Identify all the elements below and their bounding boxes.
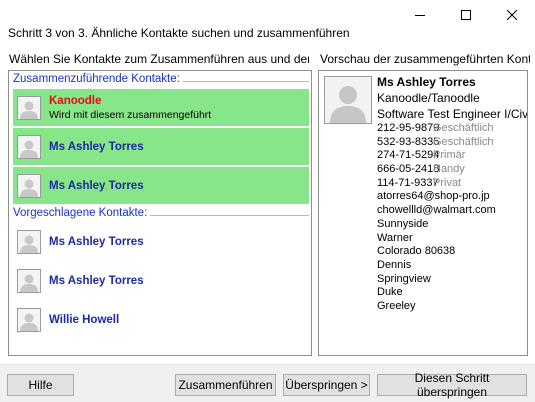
address-line: Colorado 80638 [377,245,456,258]
suggested-group-header: Vorgeschlagene Kontakte: [13,207,309,223]
close-icon[interactable] [489,0,535,30]
contact-name: Ms Ashley Torres [49,235,144,248]
preview-name: Ms Ashley Torres [377,75,476,89]
phone-type: Handy [433,163,465,176]
address-line: Sunnyside [377,217,429,230]
preview-job-title: Software Test Engineer I/Civil ... [377,107,528,121]
help-button[interactable]: Hilfe [7,374,74,396]
preview-details: 212-95-9879Geschäftlich 532-93-8335Gesch… [377,122,496,314]
contact-name: Ms Ashley Torres [49,274,144,287]
merged-contact-preview: Ms Ashley Torres Kanoodle/Tanoodle Softw… [318,70,528,356]
skip-button[interactable]: Überspringen > [283,374,370,396]
address-line: Dennis [377,258,412,271]
person-silhouette-icon [17,134,41,159]
address-line: Springview [377,272,431,285]
suggested-group-label: Vorgeschlagene Kontakte: [13,207,151,219]
merge-button[interactable]: Zusammenführen [175,374,276,396]
person-silhouette-icon [17,173,41,198]
contact-name: Ms Ashley Torres [49,179,144,192]
contact-name: Ms Ashley Torres [49,140,144,153]
phone-number: 274-71-5294 [377,149,440,162]
address-line: Warner [377,231,413,244]
merging-contact-item[interactable]: Ms Ashley Torres [13,128,309,165]
person-silhouette-icon [324,76,372,124]
minimize-icon[interactable] [397,0,443,30]
phone-number: 212-95-9879 [377,122,440,134]
address-line: Greeley [377,299,416,312]
merging-contact-item[interactable]: Kanoodle Wird mit diesem zusammengeführt [13,89,309,126]
phone-row: 114-71-9337Privat [377,177,496,191]
contacts-list-panel: Zusammenzuführende Kontakte: Kanoodle Wi… [8,70,312,356]
window-controls [397,0,535,30]
person-silhouette-icon [17,95,41,120]
preview-company: Kanoodle/Tanoodle [377,91,480,105]
skip-step-button[interactable]: Diesen Schritt überspringen [377,371,527,399]
phone-number: 114-71-9337 [377,176,439,189]
maximize-icon[interactable] [443,0,489,30]
person-silhouette-icon [17,229,41,254]
phone-type: Primär [433,149,466,162]
phone-type: Privat [433,176,462,189]
phone-row: 274-71-5294Primär [377,149,496,163]
person-silhouette-icon [17,268,41,293]
suggested-contact-item[interactable]: Willie Howell [13,301,309,338]
phone-number: 666-05-2418 [377,163,440,176]
contact-name: Willie Howell [49,313,120,326]
phone-number: 532-93-8335 [377,135,440,148]
merging-group-header: Zusammenzuführende Kontakte: [13,73,309,89]
phone-row: 666-05-2418Handy [377,163,496,177]
contact-name: Kanoodle [49,94,102,107]
suggested-contact-item[interactable]: Ms Ashley Torres [13,262,309,299]
phone-row: 212-95-9879Geschäftlich [377,122,496,136]
phone-type: Geschäftlich [433,122,494,134]
merge-target-note: Wird mit diesem zusammengeführt [49,108,212,121]
preview-caption: Vorschau der zusammengeführten Kontakte [320,52,530,66]
person-silhouette-icon [17,307,41,332]
suggested-contact-item[interactable]: Ms Ashley Torres [13,223,309,260]
phone-type: Geschäftlich [433,135,494,148]
left-panel-caption: Wählen Sie Kontakte zum Zusammenführen a… [9,52,309,66]
window-title: Schritt 3 von 3. Ähnliche Kontakte suche… [8,26,350,40]
email-line: chowellld@walmart.com [377,204,496,217]
phone-row: 532-93-8335Geschäftlich [377,136,496,150]
button-bar: Hilfe Zusammenführen Überspringen > Dies… [0,364,535,402]
address-line: Duke [377,286,403,299]
merging-contact-item[interactable]: Ms Ashley Torres [13,167,309,204]
email-line: atorres64@shop-pro.jp [377,190,490,203]
merging-group-label: Zusammenzuführende Kontakte: [13,73,183,85]
